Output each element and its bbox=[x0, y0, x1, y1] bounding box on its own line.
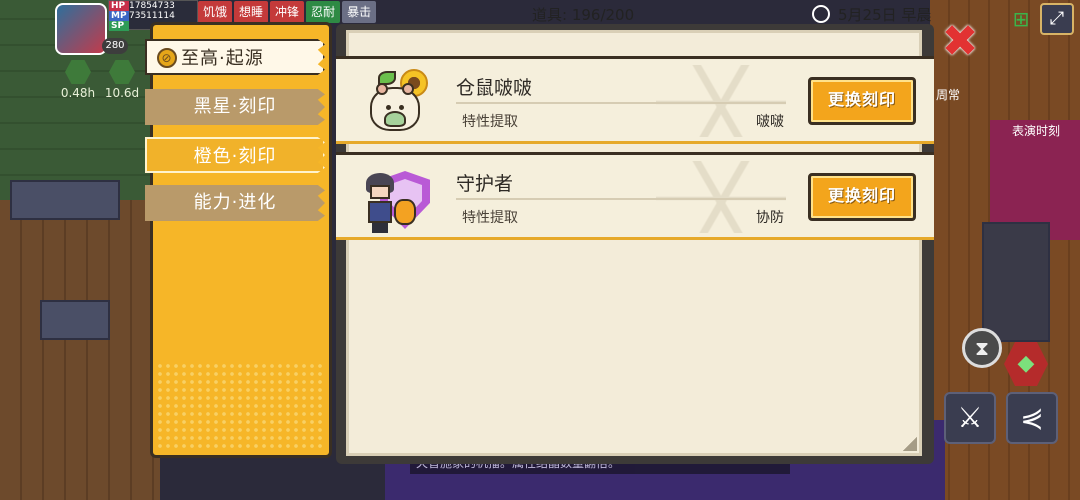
hp-value: 17854733 bbox=[129, 1, 175, 11]
trait-label: 特性提取 bbox=[462, 210, 518, 226]
network-icon[interactable]: ⊞ bbox=[1004, 3, 1038, 35]
fox-icon bbox=[394, 199, 416, 225]
divider bbox=[456, 102, 786, 104]
sp-line: SP bbox=[109, 21, 129, 31]
status-tag-hungry[interactable]: 饥饿 bbox=[198, 1, 233, 23]
weekly-label: 周常 bbox=[936, 88, 961, 102]
show-time-label: 表演时刻 bbox=[1012, 124, 1061, 138]
bed bbox=[40, 300, 110, 340]
tab-label: 能力·进化 bbox=[193, 192, 277, 213]
resize-corner bbox=[903, 437, 917, 451]
tab-supreme-origin[interactable]: ⊘ 至高·起源 bbox=[145, 39, 325, 75]
weather-icon bbox=[812, 5, 830, 23]
imprint-row: 守护者 特性提取 协防 更换刻印 bbox=[336, 152, 934, 240]
buff-icon bbox=[109, 60, 135, 84]
change-imprint-button[interactable]: 更换刻印 bbox=[808, 77, 916, 125]
status-tag-sleepy[interactable]: 想睡 bbox=[234, 1, 269, 23]
tab-black-star[interactable]: 黑星·刻印 bbox=[145, 89, 325, 125]
change-imprint-button[interactable]: 更换刻印 bbox=[808, 173, 916, 221]
hourglass-icon[interactable]: ⧗ bbox=[962, 328, 1002, 368]
close-button[interactable]: ✖ bbox=[940, 20, 980, 64]
tab-orange-imprint[interactable]: 橙色·刻印 bbox=[145, 137, 325, 173]
mp-value: 73511114 bbox=[129, 11, 175, 21]
status-tag-crit[interactable]: 暴击 bbox=[342, 1, 377, 23]
tab-label: 橙色·刻印 bbox=[193, 146, 277, 167]
row-name: 仓鼠啵啵 bbox=[456, 77, 533, 99]
sidebar-decoration bbox=[156, 362, 326, 452]
trait-value: 协防 bbox=[756, 210, 784, 226]
items-count: 道具: 196/200 bbox=[532, 6, 635, 24]
status-tags: 饥饿 想睡 冲锋 忍耐 暴击 bbox=[198, 1, 377, 23]
guardian-icon bbox=[362, 173, 398, 233]
date-display: 5月25日 早晨 bbox=[838, 6, 932, 24]
status-tag-charge[interactable]: 冲锋 bbox=[270, 1, 305, 23]
mp-line: MP 73511114 bbox=[109, 11, 175, 21]
piano bbox=[982, 222, 1050, 342]
tab-ability-evolve[interactable]: 能力·进化 bbox=[145, 185, 325, 221]
timer-chip-1[interactable]: 0.48h bbox=[58, 60, 98, 100]
tab-label: 黑星·刻印 bbox=[193, 96, 277, 117]
trait-value: 啵啵 bbox=[756, 114, 784, 130]
imprint-row: 仓鼠啵啵 特性提取 啵啵 更换刻印 bbox=[336, 56, 934, 144]
imprint-sidebar: ⊘ 至高·起源 黑星·刻印 橙色·刻印 能力·进化 bbox=[145, 22, 332, 458]
row-name: 守护者 bbox=[456, 173, 514, 195]
tab-label: 至高·起源 bbox=[181, 48, 264, 69]
hamster-portrait bbox=[360, 69, 428, 137]
branch-icon[interactable]: ⋞ bbox=[1006, 392, 1058, 444]
timer-2: 10.6d bbox=[104, 86, 140, 100]
player-level: 280 bbox=[102, 38, 128, 54]
mp-label: MP bbox=[109, 11, 129, 21]
player-avatar[interactable] bbox=[55, 3, 107, 55]
timer-chip-2[interactable]: 10.6d bbox=[102, 60, 142, 100]
hamster-icon bbox=[370, 83, 420, 131]
sword-icon[interactable]: ⚔ bbox=[944, 392, 996, 444]
leaf-icon bbox=[378, 71, 396, 85]
status-tag-endure[interactable]: 忍耐 bbox=[306, 1, 341, 23]
trait-label: 特性提取 bbox=[462, 114, 518, 130]
buff-icon bbox=[65, 60, 91, 84]
sp-label: SP bbox=[109, 21, 129, 31]
shelf bbox=[10, 180, 120, 220]
guardian-portrait bbox=[360, 165, 430, 233]
divider bbox=[456, 198, 786, 200]
compass-icon: ⊘ bbox=[157, 48, 177, 68]
expand-icon[interactable]: ⤢ bbox=[1040, 3, 1074, 35]
hp-line: HP 17854733 bbox=[109, 1, 175, 11]
hp-label: HP bbox=[109, 1, 129, 11]
timer-1: 0.48h bbox=[60, 86, 96, 100]
